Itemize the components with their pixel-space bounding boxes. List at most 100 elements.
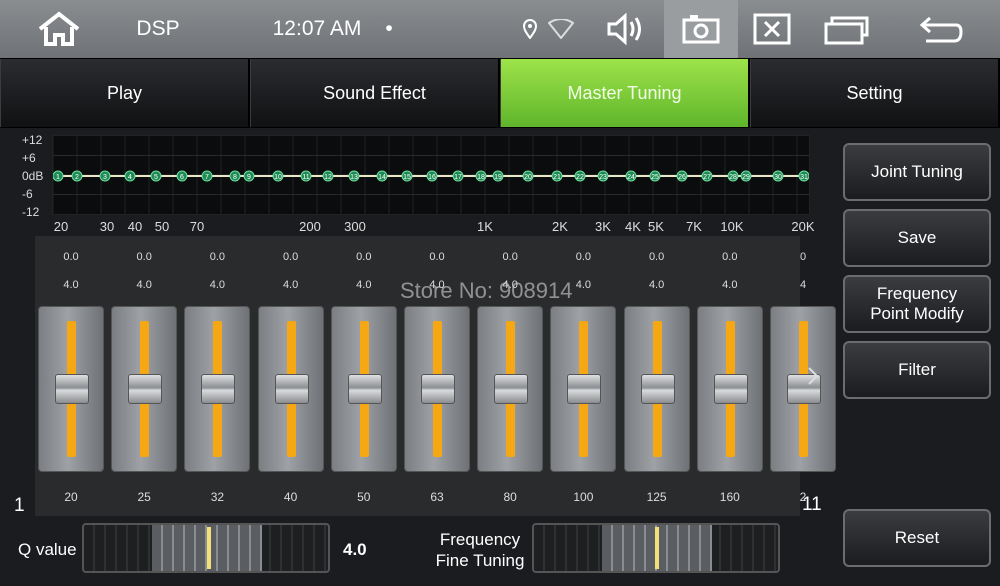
x-label: 10K — [720, 219, 744, 234]
home-icon[interactable] — [34, 0, 84, 58]
volume-icon[interactable] — [604, 0, 648, 58]
close-icon[interactable] — [752, 0, 792, 58]
joint-tuning-button[interactable]: Joint Tuning — [843, 143, 991, 201]
eq-point-label: 17 — [454, 174, 462, 181]
band-slider[interactable] — [404, 306, 470, 472]
slider-knob[interactable] — [55, 374, 89, 404]
eq-point-label: 31 — [800, 174, 808, 181]
x-label: 2K — [552, 219, 568, 234]
x-label: 3K — [595, 219, 611, 234]
reset-button[interactable]: Reset — [843, 509, 991, 567]
y-label: 0dB — [22, 169, 44, 183]
eq-point-label: 11 — [302, 174, 309, 181]
band-slider[interactable] — [257, 306, 324, 472]
eq-curve-graph[interactable]: 1 2 3 4 5 6 7 8 9 10 11 12 13 14 15 16 17 18 19 20 21 22 23 24 2… — [52, 135, 810, 215]
eq-point-label: 26 — [678, 174, 686, 181]
band-slider[interactable] — [111, 306, 178, 472]
band-q: 4.0 — [648, 279, 665, 291]
band-frequency: 25 — [137, 490, 151, 504]
band-slider[interactable] — [770, 306, 836, 472]
slider-knob[interactable] — [128, 374, 163, 404]
tab-sound-effect[interactable]: Sound Effect — [250, 59, 500, 127]
x-label: 7K — [686, 219, 702, 234]
status-bar: DSP 12:07 AM • — [0, 0, 1000, 58]
band-gain: 0.0 — [429, 251, 445, 263]
frequency-fine-tuning-label: Frequency Fine Tuning — [430, 529, 530, 571]
band-slider[interactable] — [184, 306, 251, 472]
band-slider[interactable] — [623, 306, 690, 472]
eq-point-label: 25 — [651, 174, 659, 181]
q-value-dial[interactable] — [82, 523, 330, 573]
frequency-fine-tuning-dial[interactable] — [532, 523, 780, 573]
band-slider-group: 042 — [767, 236, 836, 516]
band-gain: 0 — [799, 251, 807, 263]
band-slider[interactable] — [477, 306, 544, 472]
band-slider[interactable] — [550, 306, 617, 472]
band-gain: 0.0 — [502, 251, 518, 263]
slider-knob[interactable] — [347, 374, 382, 404]
band-gain: 0.0 — [282, 251, 299, 263]
x-label: 1K — [477, 219, 493, 234]
eq-point-label: 28 — [729, 174, 737, 181]
band-frequency: 160 — [719, 490, 740, 504]
fine-tuning-dial-marker — [655, 527, 659, 569]
band-gain: 0.0 — [648, 251, 665, 263]
tab-play[interactable]: Play — [0, 59, 250, 127]
eq-point-label: 13 — [350, 174, 358, 181]
y-label: +12 — [22, 133, 43, 147]
eq-point-label: 12 — [324, 174, 332, 181]
band-slider[interactable] — [696, 306, 763, 472]
camera-icon[interactable] — [680, 0, 722, 58]
slider-knob[interactable] — [494, 374, 529, 404]
q-value-label: Q value — [18, 540, 77, 559]
band-slider[interactable] — [330, 306, 397, 472]
eq-point-label: 3 — [103, 174, 107, 181]
band-frequency: 125 — [646, 490, 667, 504]
x-label: 70 — [189, 219, 205, 234]
band-frequency: 20 — [64, 490, 78, 504]
band-frequency: 40 — [283, 490, 298, 504]
button-label-line1: Frequency — [876, 284, 958, 303]
frequency-point-modify-button[interactable]: Frequency Point Modify — [843, 275, 991, 333]
back-icon[interactable] — [916, 0, 966, 58]
eq-curve: 1 2 3 4 5 6 7 8 9 10 11 12 13 14 15 16 17 18 19 20 21 22 23 24 2… — [52, 136, 810, 214]
band-frequency: 100 — [573, 490, 594, 504]
app-title: DSP — [136, 17, 180, 40]
eq-point-label: 29 — [742, 174, 750, 181]
y-label: -6 — [22, 187, 33, 201]
slider-knob[interactable] — [567, 374, 602, 404]
y-label: +6 — [22, 151, 36, 165]
eq-point-label: 14 — [378, 174, 386, 181]
band-gain: 0.0 — [575, 251, 592, 263]
eq-point-label: 1 — [56, 174, 60, 181]
slider-knob[interactable] — [421, 374, 455, 404]
band-gain: 0.0 — [63, 251, 79, 263]
page-start-number: 1 — [14, 495, 25, 516]
band-slider-group: 0.0 4.0 40 — [255, 236, 324, 516]
band-slider[interactable] — [38, 306, 104, 472]
band-frequency: 80 — [503, 490, 517, 504]
eq-point-label: 22 — [576, 174, 584, 181]
next-page-chevron-icon[interactable] — [804, 364, 822, 388]
slider-knob[interactable] — [201, 374, 236, 404]
eq-point-label: 6 — [180, 174, 184, 181]
eq-point-label: 2 — [75, 174, 79, 181]
slider-knob[interactable] — [640, 374, 675, 404]
eq-point-label: 7 — [205, 174, 209, 181]
save-button[interactable]: Save — [843, 209, 991, 267]
tab-setting[interactable]: Setting — [750, 59, 1000, 127]
band-slider-group: 0.0 4.0 20 — [35, 236, 104, 516]
band-gain: 0.0 — [356, 251, 372, 263]
eq-point-label: 24 — [627, 174, 635, 181]
band-q: 4.0 — [209, 279, 226, 291]
band-q: 4.0 — [63, 279, 79, 291]
band-frequency: 50 — [357, 490, 371, 504]
recent-apps-icon[interactable] — [822, 0, 872, 58]
eq-point-label: 21 — [553, 174, 561, 181]
x-label: 20K — [791, 219, 815, 234]
tab-bar: Play Sound Effect Master Tuning Setting — [0, 58, 1000, 128]
slider-knob[interactable] — [713, 374, 748, 404]
slider-knob[interactable] — [274, 374, 309, 404]
filter-button[interactable]: Filter — [843, 341, 991, 399]
tab-master-tuning[interactable]: Master Tuning — [500, 59, 750, 127]
